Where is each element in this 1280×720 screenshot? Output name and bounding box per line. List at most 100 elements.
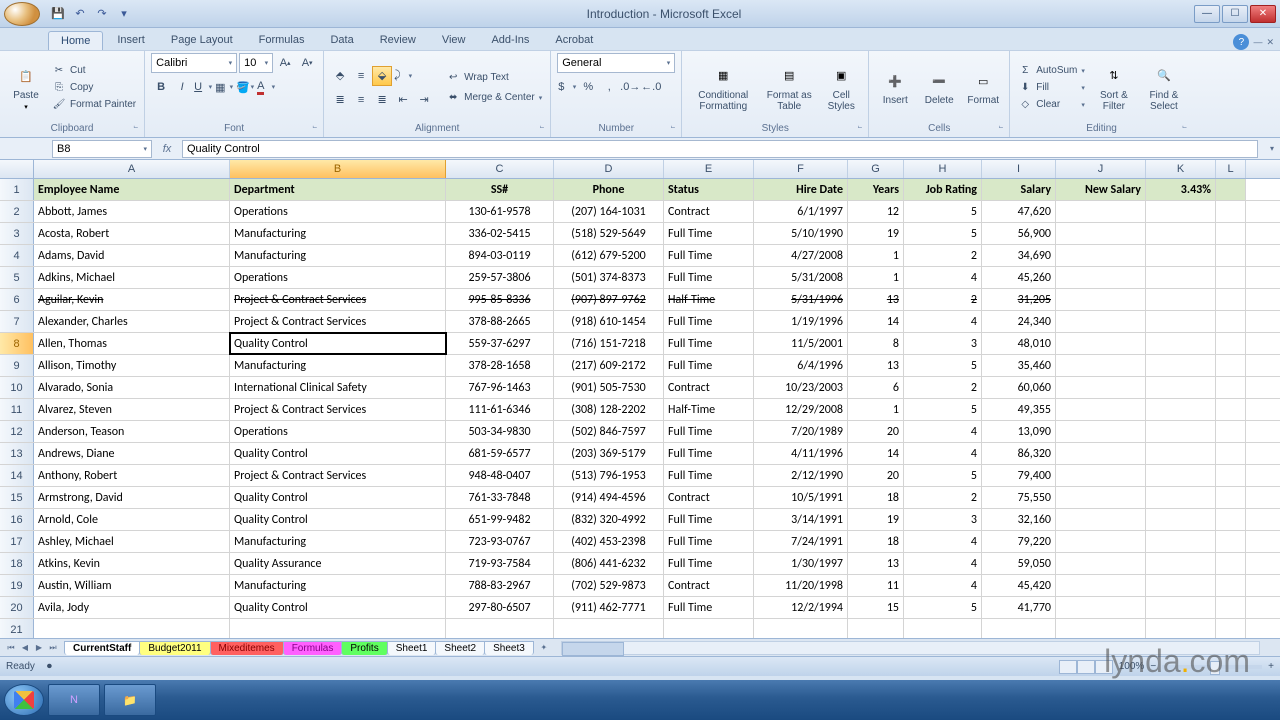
- cell[interactable]: 14: [848, 311, 904, 332]
- cell[interactable]: (832) 320-4992: [554, 509, 664, 530]
- bottom-align-icon[interactable]: ⬙: [372, 66, 392, 86]
- cell[interactable]: 12/2/1994: [754, 597, 848, 618]
- cell[interactable]: 47,620: [982, 201, 1056, 222]
- column-header-A[interactable]: A: [34, 160, 230, 178]
- cell[interactable]: 6: [848, 377, 904, 398]
- help-icon[interactable]: ?: [1233, 34, 1249, 50]
- cell[interactable]: 10/5/1991: [754, 487, 848, 508]
- increase-indent-icon[interactable]: ⇥: [414, 90, 434, 110]
- tab-page-layout[interactable]: Page Layout: [159, 31, 245, 50]
- row-header-2[interactable]: 2: [0, 201, 34, 222]
- cell[interactable]: Manufacturing: [230, 223, 446, 244]
- cell[interactable]: 45,260: [982, 267, 1056, 288]
- sort-filter-button[interactable]: ⇅Sort & Filter: [1091, 62, 1137, 114]
- cell[interactable]: 4: [904, 311, 982, 332]
- qat-dropdown-icon[interactable]: ▾: [114, 4, 134, 24]
- cell[interactable]: [1216, 201, 1246, 222]
- italic-button[interactable]: I: [172, 77, 192, 97]
- cell[interactable]: [1056, 487, 1146, 508]
- cell[interactable]: Alvarado, Sonia: [34, 377, 230, 398]
- cell[interactable]: Anthony, Robert: [34, 465, 230, 486]
- next-sheet-icon[interactable]: ▶: [32, 641, 46, 655]
- redo-icon[interactable]: ↷: [92, 4, 112, 24]
- formula-input[interactable]: Quality Control: [182, 140, 1258, 158]
- cell[interactable]: [1146, 267, 1216, 288]
- cell[interactable]: 7/20/1989: [754, 421, 848, 442]
- tab-view[interactable]: View: [430, 31, 478, 50]
- cell[interactable]: Project & Contract Services: [230, 399, 446, 420]
- row-header-15[interactable]: 15: [0, 487, 34, 508]
- cell[interactable]: Full Time: [664, 311, 754, 332]
- cell[interactable]: 5/31/1996: [754, 289, 848, 310]
- cell[interactable]: [1056, 311, 1146, 332]
- cell[interactable]: 1/19/1996: [754, 311, 848, 332]
- copy-button[interactable]: ⎘Copy: [50, 80, 138, 96]
- spreadsheet-grid[interactable]: ABCDEFGHIJKL 1Employee NameDepartmentSS#…: [0, 160, 1280, 638]
- cell[interactable]: [1146, 311, 1216, 332]
- cell[interactable]: Employee Name: [34, 179, 230, 200]
- cell[interactable]: 34,690: [982, 245, 1056, 266]
- ribbon-close-icon[interactable]: ✕: [1266, 37, 1274, 48]
- cell[interactable]: 1: [848, 267, 904, 288]
- cell[interactable]: [1216, 223, 1246, 244]
- cell[interactable]: 11/20/1998: [754, 575, 848, 596]
- cell[interactable]: [1216, 553, 1246, 574]
- cell[interactable]: [1056, 201, 1146, 222]
- cell[interactable]: [1146, 443, 1216, 464]
- row-header-16[interactable]: 16: [0, 509, 34, 530]
- cell[interactable]: 3: [904, 333, 982, 354]
- cell[interactable]: Quality Control: [230, 509, 446, 530]
- cell[interactable]: [1216, 267, 1246, 288]
- cell[interactable]: 12/29/2008: [754, 399, 848, 420]
- cell[interactable]: [904, 619, 982, 638]
- last-sheet-icon[interactable]: ⏭: [46, 641, 60, 655]
- cell[interactable]: [1056, 245, 1146, 266]
- cell[interactable]: [1216, 179, 1246, 200]
- cell[interactable]: 111-61-6346: [446, 399, 554, 420]
- cell[interactable]: 2: [904, 245, 982, 266]
- cell[interactable]: (702) 529-9873: [554, 575, 664, 596]
- cell[interactable]: 995-85-8336: [446, 289, 554, 310]
- cell[interactable]: [446, 619, 554, 638]
- format-button[interactable]: ▭Format: [963, 67, 1003, 108]
- cell[interactable]: [1216, 245, 1246, 266]
- cell[interactable]: 13: [848, 355, 904, 376]
- font-size-select[interactable]: 10▾: [239, 53, 273, 73]
- row-header-12[interactable]: 12: [0, 421, 34, 442]
- cell[interactable]: 719-93-7584: [446, 553, 554, 574]
- cell[interactable]: 378-28-1658: [446, 355, 554, 376]
- row-header-20[interactable]: 20: [0, 597, 34, 618]
- maximize-button[interactable]: ☐: [1222, 5, 1248, 23]
- cell[interactable]: 1/30/1997: [754, 553, 848, 574]
- row-header-9[interactable]: 9: [0, 355, 34, 376]
- cell[interactable]: 60,060: [982, 377, 1056, 398]
- cell[interactable]: Project & Contract Services: [230, 465, 446, 486]
- cell[interactable]: [1056, 619, 1146, 638]
- cell[interactable]: 7/24/1991: [754, 531, 848, 552]
- cell[interactable]: [1216, 509, 1246, 530]
- find-select-button[interactable]: 🔍Find & Select: [1141, 62, 1187, 114]
- cell[interactable]: 49,355: [982, 399, 1056, 420]
- cell[interactable]: [1146, 421, 1216, 442]
- cell[interactable]: [1146, 333, 1216, 354]
- ribbon-minimize-icon[interactable]: —: [1253, 37, 1262, 47]
- cell[interactable]: Full Time: [664, 333, 754, 354]
- cell[interactable]: 5: [904, 465, 982, 486]
- cell[interactable]: 2: [904, 289, 982, 310]
- cell[interactable]: Operations: [230, 201, 446, 222]
- cell[interactable]: Quality Control: [230, 333, 446, 354]
- prev-sheet-icon[interactable]: ◀: [18, 641, 32, 655]
- cell[interactable]: Full Time: [664, 355, 754, 376]
- cell[interactable]: [1056, 355, 1146, 376]
- row-header-18[interactable]: 18: [0, 553, 34, 574]
- new-sheet-icon[interactable]: ✦: [537, 641, 551, 655]
- cell[interactable]: Abbott, James: [34, 201, 230, 222]
- column-header-J[interactable]: J: [1056, 160, 1146, 178]
- office-button[interactable]: [4, 2, 40, 26]
- cut-button[interactable]: ✂Cut: [50, 63, 138, 79]
- cell[interactable]: Full Time: [664, 509, 754, 530]
- cell[interactable]: Full Time: [664, 245, 754, 266]
- row-header-17[interactable]: 17: [0, 531, 34, 552]
- undo-icon[interactable]: ↶: [70, 4, 90, 24]
- column-header-K[interactable]: K: [1146, 160, 1216, 178]
